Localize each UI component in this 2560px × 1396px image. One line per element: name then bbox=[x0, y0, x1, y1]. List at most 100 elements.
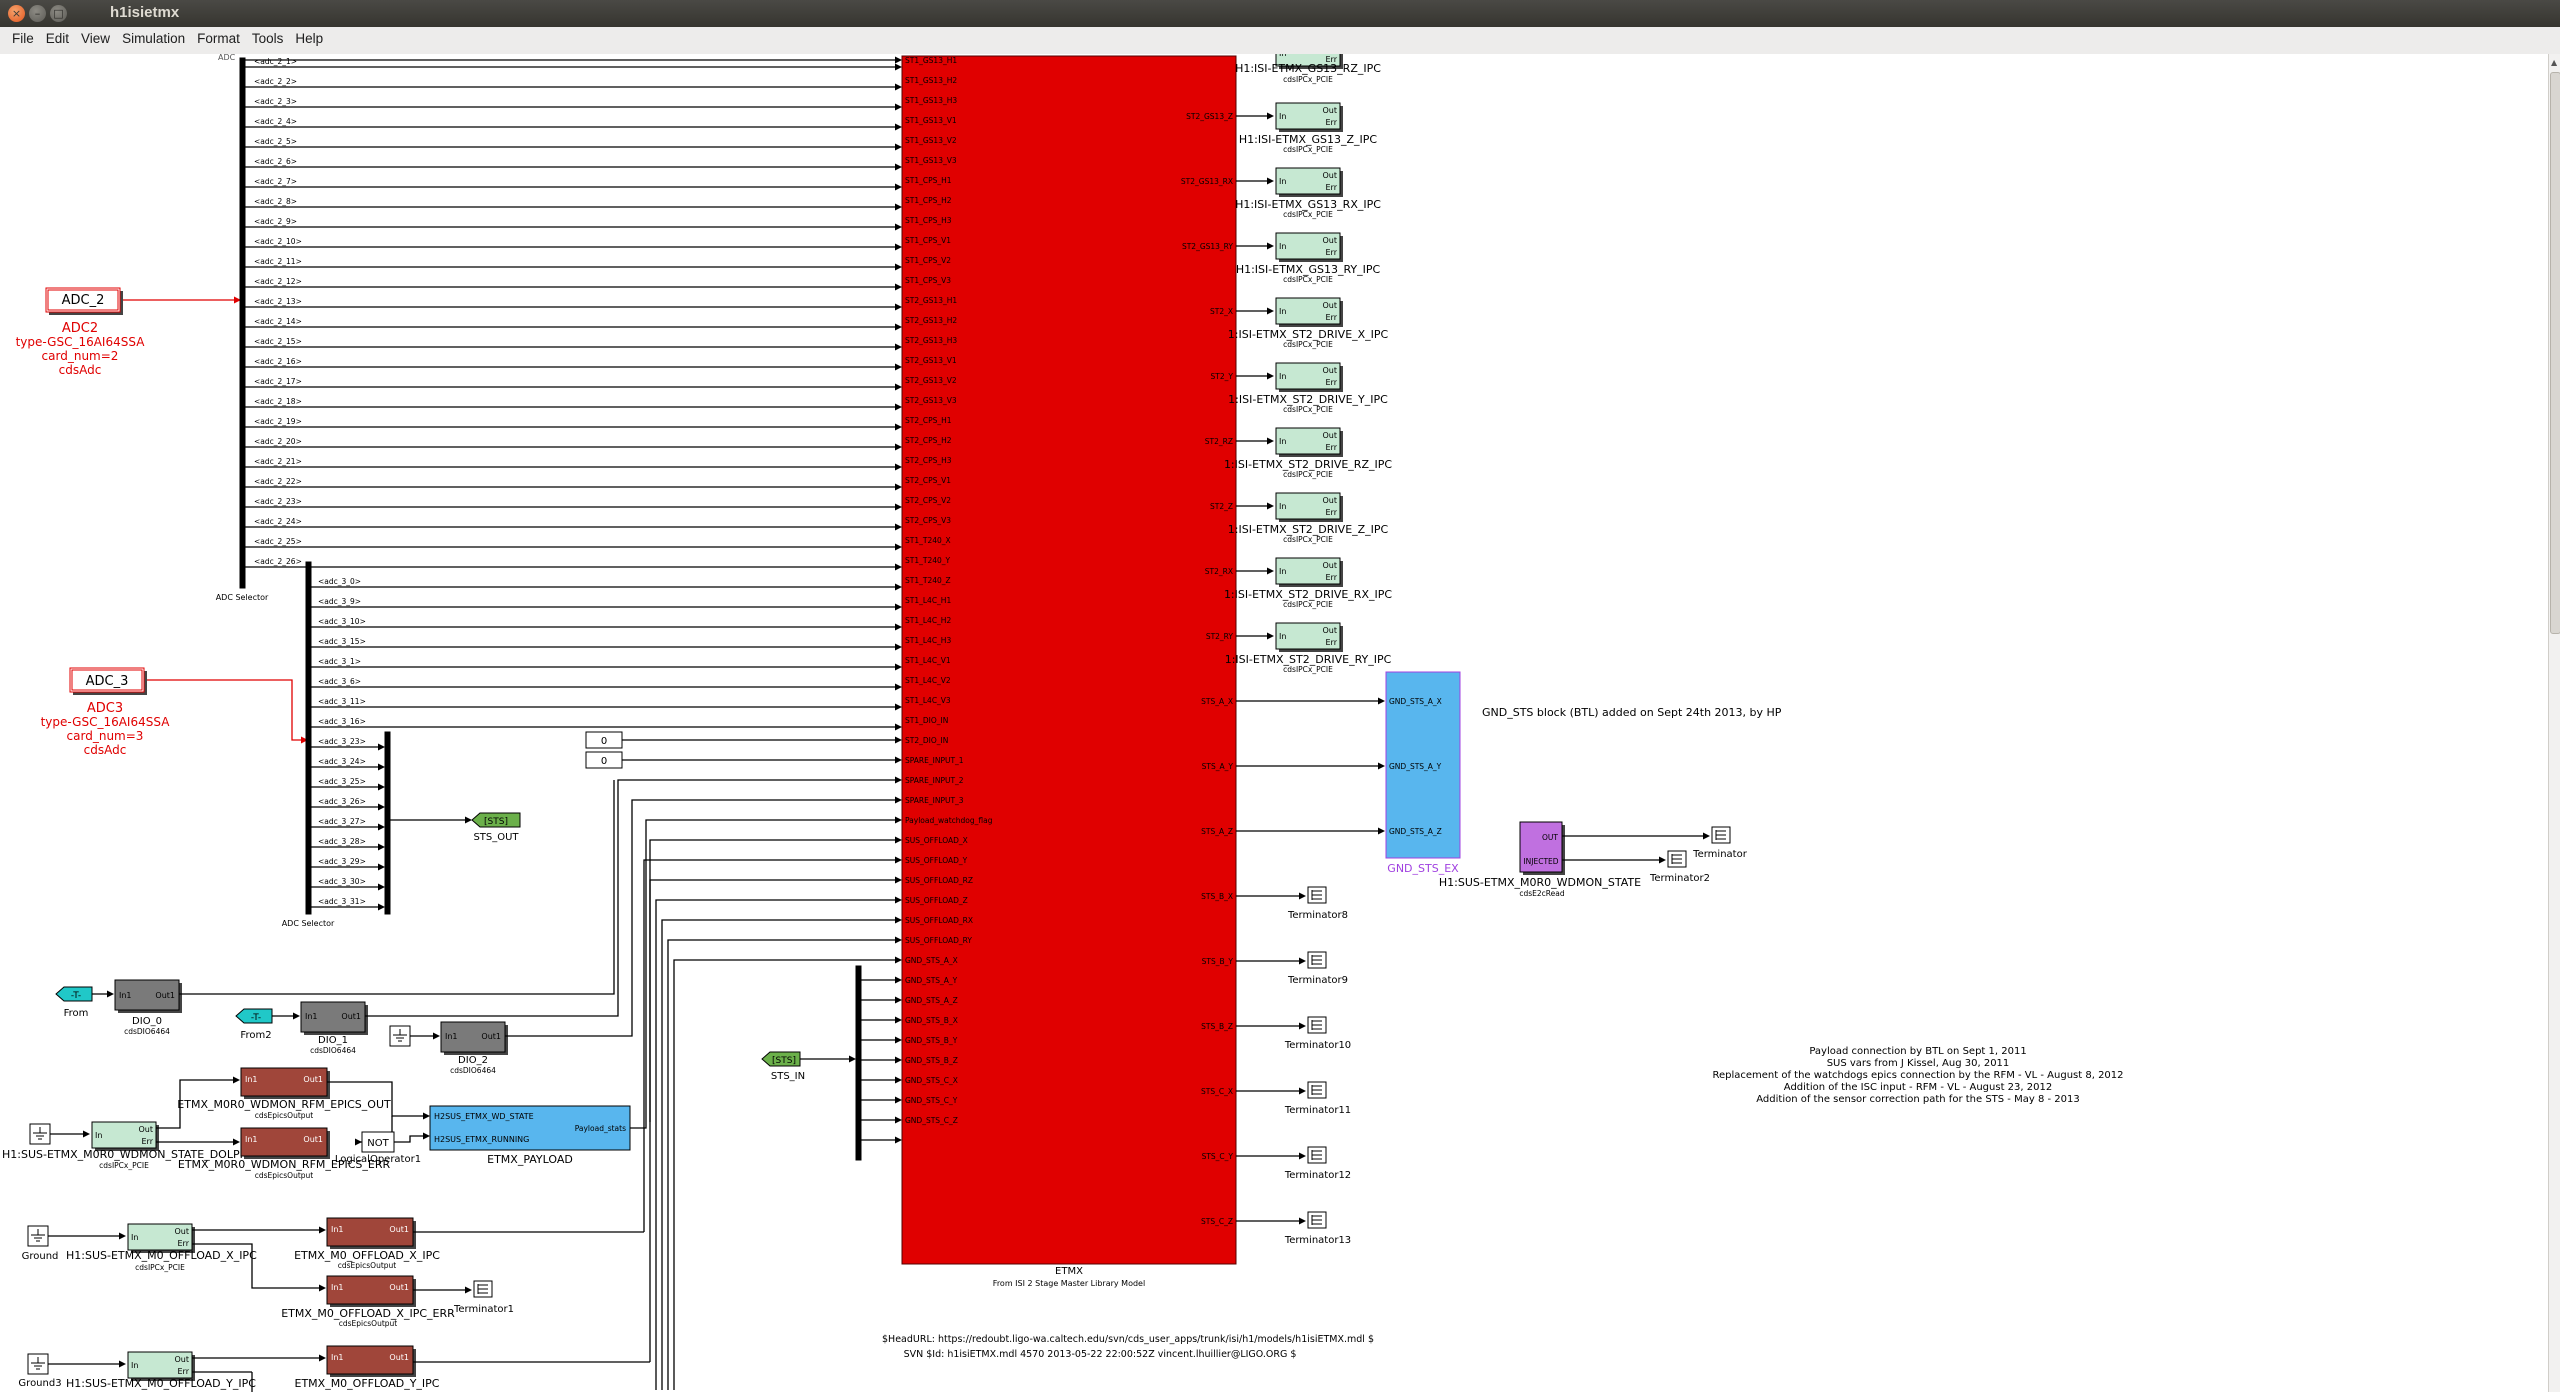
terminator-label: Terminator8 bbox=[1287, 910, 1348, 921]
vertical-scrollbar[interactable]: ▲ bbox=[2548, 54, 2560, 1392]
sts-out-arrow bbox=[465, 816, 472, 824]
terminator-label: Terminator bbox=[1692, 849, 1748, 860]
maximize-icon[interactable]: □ bbox=[50, 5, 67, 22]
etmx-input-port: SUS_OFFLOAD_RX bbox=[905, 916, 973, 925]
adc-selector-2[interactable] bbox=[305, 561, 312, 915]
terminator-label: Terminator13 bbox=[1284, 1235, 1351, 1246]
ipc-output-block-port-out: Out bbox=[1322, 496, 1337, 505]
epics-err-out: Out1 bbox=[303, 1135, 323, 1144]
channel-arrow bbox=[895, 723, 902, 731]
etmx-input-port: ST1_CPS_H1 bbox=[905, 176, 952, 185]
scrollbar-thumb[interactable] bbox=[2550, 72, 2560, 634]
adc2-channel-label: <adc_2_4> bbox=[254, 117, 297, 126]
wdmon-sub: cdsE2cRead bbox=[1519, 889, 1565, 898]
sts-bus-selector[interactable] bbox=[855, 965, 862, 1161]
etmx-input-port: GND_STS_C_X bbox=[905, 1076, 958, 1085]
terminator-label: Terminator12 bbox=[1284, 1170, 1351, 1181]
ipc-output-block-port-in: In bbox=[1279, 632, 1286, 641]
menu-tools[interactable]: Tools bbox=[246, 27, 290, 46]
channel-arrow bbox=[895, 1036, 902, 1044]
etmx-input-port: SUS_OFFLOAD_RY bbox=[905, 936, 972, 945]
signal-line bbox=[617, 779, 896, 990]
channel-arrow bbox=[895, 996, 902, 1004]
channel-arrow bbox=[378, 803, 385, 811]
svnid-note: SVN $Id: h1isiETMX.mdl 4570 2013-05-22 2… bbox=[904, 1349, 1297, 1360]
adc-selector-1-label: ADC Selector bbox=[216, 593, 269, 602]
epics-err-arrow bbox=[233, 1138, 240, 1146]
etmx-input-port: ST2_GS13_H2 bbox=[905, 316, 957, 325]
sts-bus-creator[interactable] bbox=[384, 731, 391, 915]
adc3-channel-label: <adc_3_30> bbox=[318, 877, 366, 886]
channel-arrow bbox=[895, 423, 902, 431]
history-note-line: Addition of the ISC input - RFM - VL - A… bbox=[1784, 1082, 2052, 1093]
ipc-output-block-port-out: Out bbox=[1322, 561, 1337, 570]
channel-arrow bbox=[895, 563, 902, 571]
ipc-output-block-port-err: Err bbox=[1326, 508, 1338, 517]
etmx-input-port: ST1_L4C_V2 bbox=[905, 676, 951, 685]
from-1-arrow bbox=[107, 990, 114, 998]
close-icon[interactable]: × bbox=[8, 5, 25, 22]
menu-format[interactable]: Format bbox=[191, 27, 246, 46]
menu-edit[interactable]: Edit bbox=[40, 27, 75, 46]
epics-out-sub: cdsEpicsOutput bbox=[255, 1111, 314, 1120]
minimize-icon[interactable]: – bbox=[29, 5, 46, 22]
offload-x-out: Out1 bbox=[389, 1225, 409, 1234]
epics-out-label: ETMX_M0R0_WDMON_RFM_EPICS_OUT bbox=[177, 1098, 391, 1111]
ipc-output-block-port-err: Err bbox=[1326, 378, 1338, 387]
gnd-sts-label: GND_STS_EX bbox=[1387, 862, 1459, 875]
etmx-input-port: SPARE_INPUT_1 bbox=[905, 756, 964, 765]
ipc-output-block-port-err: Err bbox=[1326, 313, 1338, 322]
etmx-input-port: ST1_GS13_V2 bbox=[905, 136, 957, 145]
ipc-offload-x-port-in: In bbox=[131, 1233, 138, 1242]
ipc-output-arrow bbox=[1267, 567, 1274, 575]
etmx-output-port: ST2_GS13_Z bbox=[1186, 112, 1233, 121]
dio-0-sub: cdsDIO6464 bbox=[124, 1027, 170, 1036]
signal-line bbox=[673, 959, 896, 1390]
offload-y-in: In1 bbox=[331, 1353, 344, 1362]
ipc-top-label: H1:ISI-ETMX_GS13_RZ_IPC bbox=[1235, 62, 1381, 75]
adc2-channel-label: <adc_2_15> bbox=[254, 337, 302, 346]
ipc-offload-x-sub: cdsIPCx_PCIE bbox=[135, 1263, 185, 1272]
channel-arrow bbox=[895, 56, 902, 64]
adc3-label: ADC3 bbox=[87, 701, 123, 716]
ipc-offload-y-port-in: In bbox=[131, 1361, 138, 1370]
channel-arrow bbox=[895, 463, 902, 471]
adc3-channel-label: <adc_3_9> bbox=[318, 597, 361, 606]
ipc-output-block-port-err: Err bbox=[1326, 443, 1338, 452]
ipc-output-sub: cdsIPCx_PCIE bbox=[1283, 600, 1333, 609]
etmx-input-port: ST1_CPS_H3 bbox=[905, 216, 952, 225]
etmx-input-port: ST2_DIO_IN bbox=[905, 736, 948, 745]
terminator-1-label: Terminator1 bbox=[453, 1304, 514, 1315]
scroll-up-icon[interactable]: ▲ bbox=[2551, 58, 2557, 67]
adc-selector-1[interactable] bbox=[239, 57, 246, 589]
etmx-input-port: ST1_L4C_H3 bbox=[905, 636, 951, 645]
ipc-output-sub: cdsIPCx_PCIE bbox=[1283, 470, 1333, 479]
etmx-output-port: STS_A_Y bbox=[1202, 762, 1234, 771]
menu-view[interactable]: View bbox=[75, 27, 116, 46]
channel-arrow bbox=[895, 363, 902, 371]
channel-arrow bbox=[895, 63, 902, 71]
channel-arrow bbox=[895, 323, 902, 331]
etmx-input-port: GND_STS_B_Y bbox=[905, 1036, 958, 1045]
menu-simulation[interactable]: Simulation bbox=[116, 27, 191, 46]
etmx-input-port: GND_STS_A_Y bbox=[905, 976, 958, 985]
adc3-channel-label: <adc_3_11> bbox=[318, 697, 366, 706]
channel-arrow bbox=[895, 683, 902, 691]
ground-label: Ground bbox=[22, 1251, 59, 1262]
channel-arrow bbox=[895, 163, 902, 171]
channel-arrow bbox=[378, 763, 385, 771]
etmx-input-port: ST1_CPS_V1 bbox=[905, 236, 951, 245]
menu-help[interactable]: Help bbox=[289, 27, 329, 46]
channel-arrow bbox=[895, 796, 902, 804]
ipc-output-sub: cdsIPCx_PCIE bbox=[1283, 275, 1333, 284]
model-canvas[interactable]: ADC_2 ADC2 type-GSC_16AI64SSA card_num=2 cds… bbox=[0, 39, 2548, 1392]
ipc-output-block-port-in: In bbox=[1279, 242, 1286, 251]
channel-arrow bbox=[895, 1016, 902, 1024]
menu-file[interactable]: File bbox=[0, 27, 40, 46]
channel-arrow bbox=[895, 736, 902, 744]
channel-arrow bbox=[895, 143, 902, 151]
etmx-input-port: ST1_L4C_H1 bbox=[905, 596, 951, 605]
adc2-channel-label: <adc_2_19> bbox=[254, 417, 302, 426]
simulink-diagram[interactable]: ADC_2ADC2type-GSC_16AI64SSAcard_num=2cds… bbox=[0, 39, 2548, 1392]
payload-out-port: Payload_stats bbox=[575, 1124, 626, 1133]
